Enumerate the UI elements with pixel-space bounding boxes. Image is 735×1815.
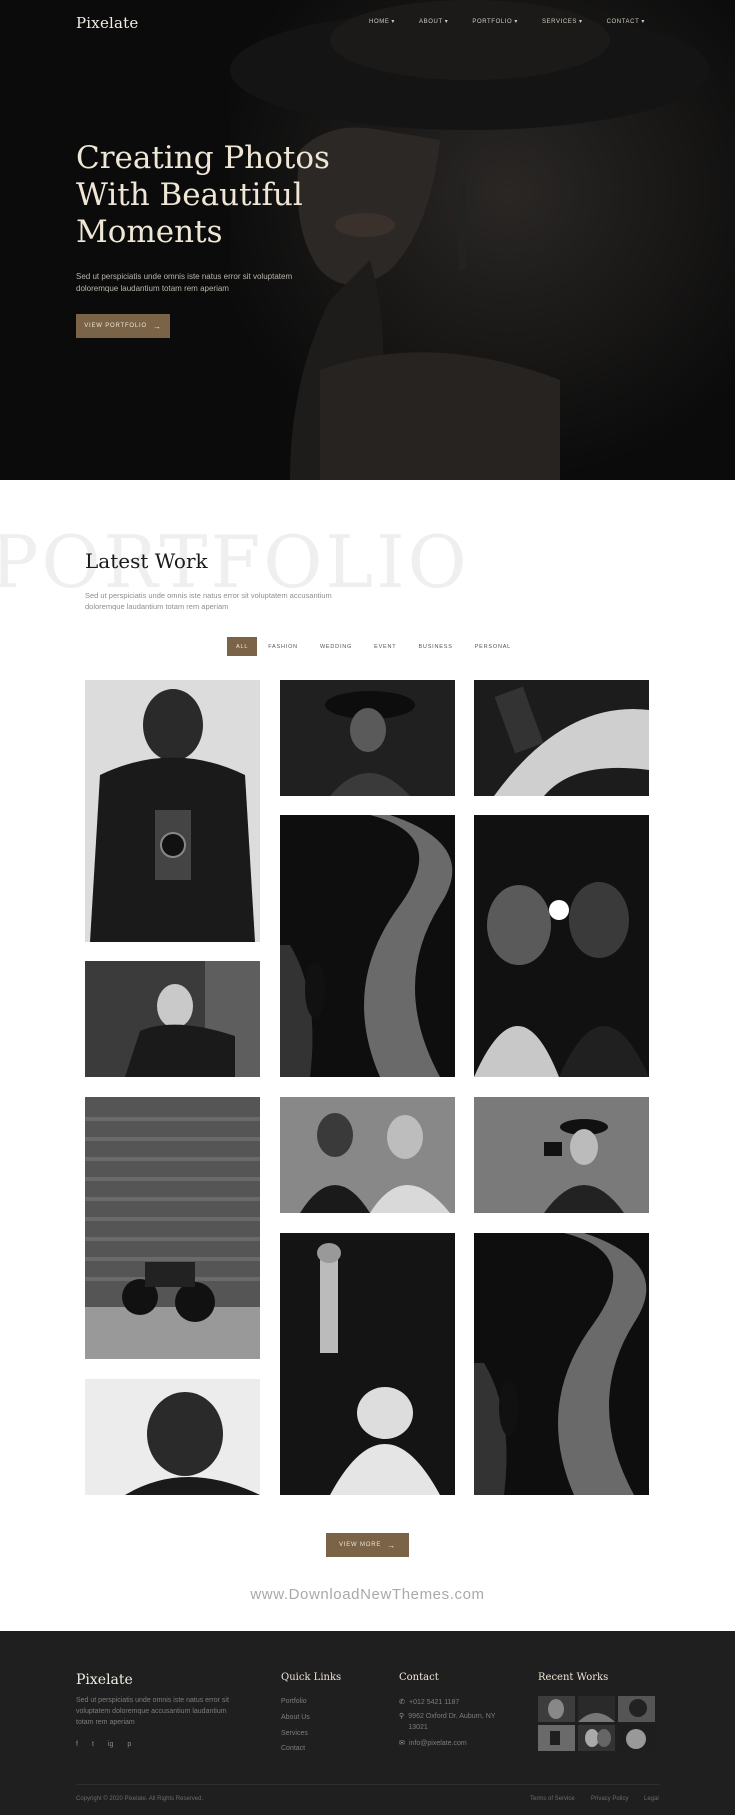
filter-personal[interactable]: PERSONAL xyxy=(464,637,522,656)
filter-business[interactable]: BUSINESS xyxy=(407,637,463,656)
portfolio-item-couple-light[interactable] xyxy=(474,815,649,1077)
recent-work-thumb[interactable] xyxy=(618,1696,655,1722)
footer-brand[interactable]: Pixelate xyxy=(76,1672,133,1688)
recent-work-thumb[interactable] xyxy=(538,1725,575,1751)
section-title: Latest Work xyxy=(85,549,208,573)
nav-item-about[interactable]: ABOUT ▾ xyxy=(419,18,449,26)
legal-link[interactable]: Legal xyxy=(644,1796,659,1802)
recent-works-heading: Recent Works xyxy=(538,1672,609,1683)
nav-item-contact[interactable]: CONTACT ▾ xyxy=(607,18,645,26)
nav-menu: HOME ▾ ABOUT ▾ PORTFOLIO ▾ SERVICES ▾ CONTAC… xyxy=(345,18,645,26)
pinterest-icon[interactable]: p xyxy=(127,1741,131,1748)
chevron-down-icon: ▾ xyxy=(641,19,645,25)
footer-link-contact[interactable]: Contact xyxy=(281,1745,305,1752)
terms-link[interactable]: Terms of Service xyxy=(530,1796,575,1802)
portfolio-item-wedding-couple[interactable] xyxy=(280,1097,455,1213)
chevron-down-icon: ▾ xyxy=(514,19,518,25)
footer-link-services[interactable]: Services xyxy=(281,1730,308,1737)
footer: Pixelate Sed ut perspiciatis unde omnis … xyxy=(0,1631,735,1815)
hero-title: Creating Photos With Beautiful Moments xyxy=(76,140,330,250)
footer-link-portfolio[interactable]: Portfolio xyxy=(281,1698,307,1705)
section-subtitle: Sed ut perspiciatis unde omnis iste natu… xyxy=(85,591,332,611)
portfolio-item-woman-camera[interactable] xyxy=(474,1097,649,1213)
arrow-right-icon: → xyxy=(152,321,162,331)
portfolio-item-statue-of-liberty[interactable] xyxy=(280,1233,455,1495)
chevron-down-icon: ▾ xyxy=(444,19,449,25)
portfolio-item-road-cyclist[interactable] xyxy=(280,815,455,1077)
portfolio-item-hand-detail[interactable] xyxy=(474,680,649,796)
copyright-text: Copyright © 2020 Pixelate. All Rights Re… xyxy=(76,1796,204,1802)
contact-address: ⚲ 9962 Oxford Dr. Auburn, NY 13021 xyxy=(399,1713,496,1731)
hero-subtitle: Sed ut perspiciatis unde omnis iste natu… xyxy=(76,272,293,293)
view-portfolio-button[interactable]: VIEW PORTFOLIO → xyxy=(76,314,170,338)
instagram-icon[interactable]: ig xyxy=(108,1741,113,1748)
filter-all[interactable]: ALL xyxy=(227,637,258,656)
nav-item-portfolio[interactable]: PORTFOLIO ▾ xyxy=(472,18,518,26)
chevron-down-icon: ▾ xyxy=(578,19,583,25)
hero-section: Pixelate HOME ▾ ABOUT ▾ PORTFOLIO ▾ SERVICE… xyxy=(0,0,735,480)
map-pin-icon: ⚲ xyxy=(399,1713,405,1720)
portfolio-item-road-cyclist-2[interactable] xyxy=(474,1233,649,1495)
facebook-icon[interactable]: f xyxy=(76,1741,78,1748)
contact-email[interactable]: ✉ info@pixelate.com xyxy=(399,1738,467,1749)
portfolio-item-portrait-shadow[interactable] xyxy=(85,1379,260,1495)
recent-work-thumb[interactable] xyxy=(618,1725,655,1751)
contact-heading: Contact xyxy=(399,1672,439,1683)
chevron-down-icon: ▾ xyxy=(391,19,396,25)
arrow-right-icon: → xyxy=(387,1540,396,1550)
footer-divider xyxy=(76,1784,660,1785)
portfolio-item-photographer[interactable] xyxy=(85,680,260,942)
footer-link-about[interactable]: About Us xyxy=(281,1714,310,1721)
mail-icon: ✉ xyxy=(399,1740,405,1747)
portfolio-filters: ALL FASHION WEDDING EVENT BUSINESS PERSO… xyxy=(227,637,522,656)
footer-description: Sed ut perspiciatis unde omnis iste natu… xyxy=(76,1697,229,1726)
recent-work-thumb[interactable] xyxy=(578,1725,615,1751)
contact-phone: ✆ +012 5421 1187 xyxy=(399,1699,460,1706)
twitter-icon[interactable]: t xyxy=(92,1741,94,1748)
nav-item-home[interactable]: HOME ▾ xyxy=(369,18,396,26)
privacy-link[interactable]: Privacy Policy xyxy=(591,1796,628,1802)
recent-work-thumb[interactable] xyxy=(578,1696,615,1722)
view-more-button[interactable]: VIEW MORE → xyxy=(326,1533,409,1557)
filter-wedding[interactable]: WEDDING xyxy=(309,637,363,656)
social-links: f t ig p xyxy=(76,1741,131,1748)
portfolio-item-woman-sofa[interactable] xyxy=(85,961,260,1077)
top-nav: Pixelate HOME ▾ ABOUT ▾ PORTFOLIO ▾ SERVICE… xyxy=(0,0,735,44)
filter-event[interactable]: EVENT xyxy=(363,637,407,656)
filter-fashion[interactable]: FASHION xyxy=(257,637,309,656)
brand-logo[interactable]: Pixelate xyxy=(76,14,138,32)
recent-work-thumb[interactable] xyxy=(538,1696,575,1722)
portfolio-item-motorcycle[interactable] xyxy=(85,1097,260,1359)
watermark-text: www.DownloadNewThemes.com xyxy=(250,1586,485,1603)
portfolio-item-woman-hat[interactable] xyxy=(280,680,455,796)
recent-works-grid xyxy=(538,1696,655,1751)
quick-links-heading: Quick Links xyxy=(281,1672,342,1683)
nav-item-services[interactable]: SERVICES ▾ xyxy=(542,18,583,26)
phone-icon: ✆ xyxy=(399,1699,405,1706)
